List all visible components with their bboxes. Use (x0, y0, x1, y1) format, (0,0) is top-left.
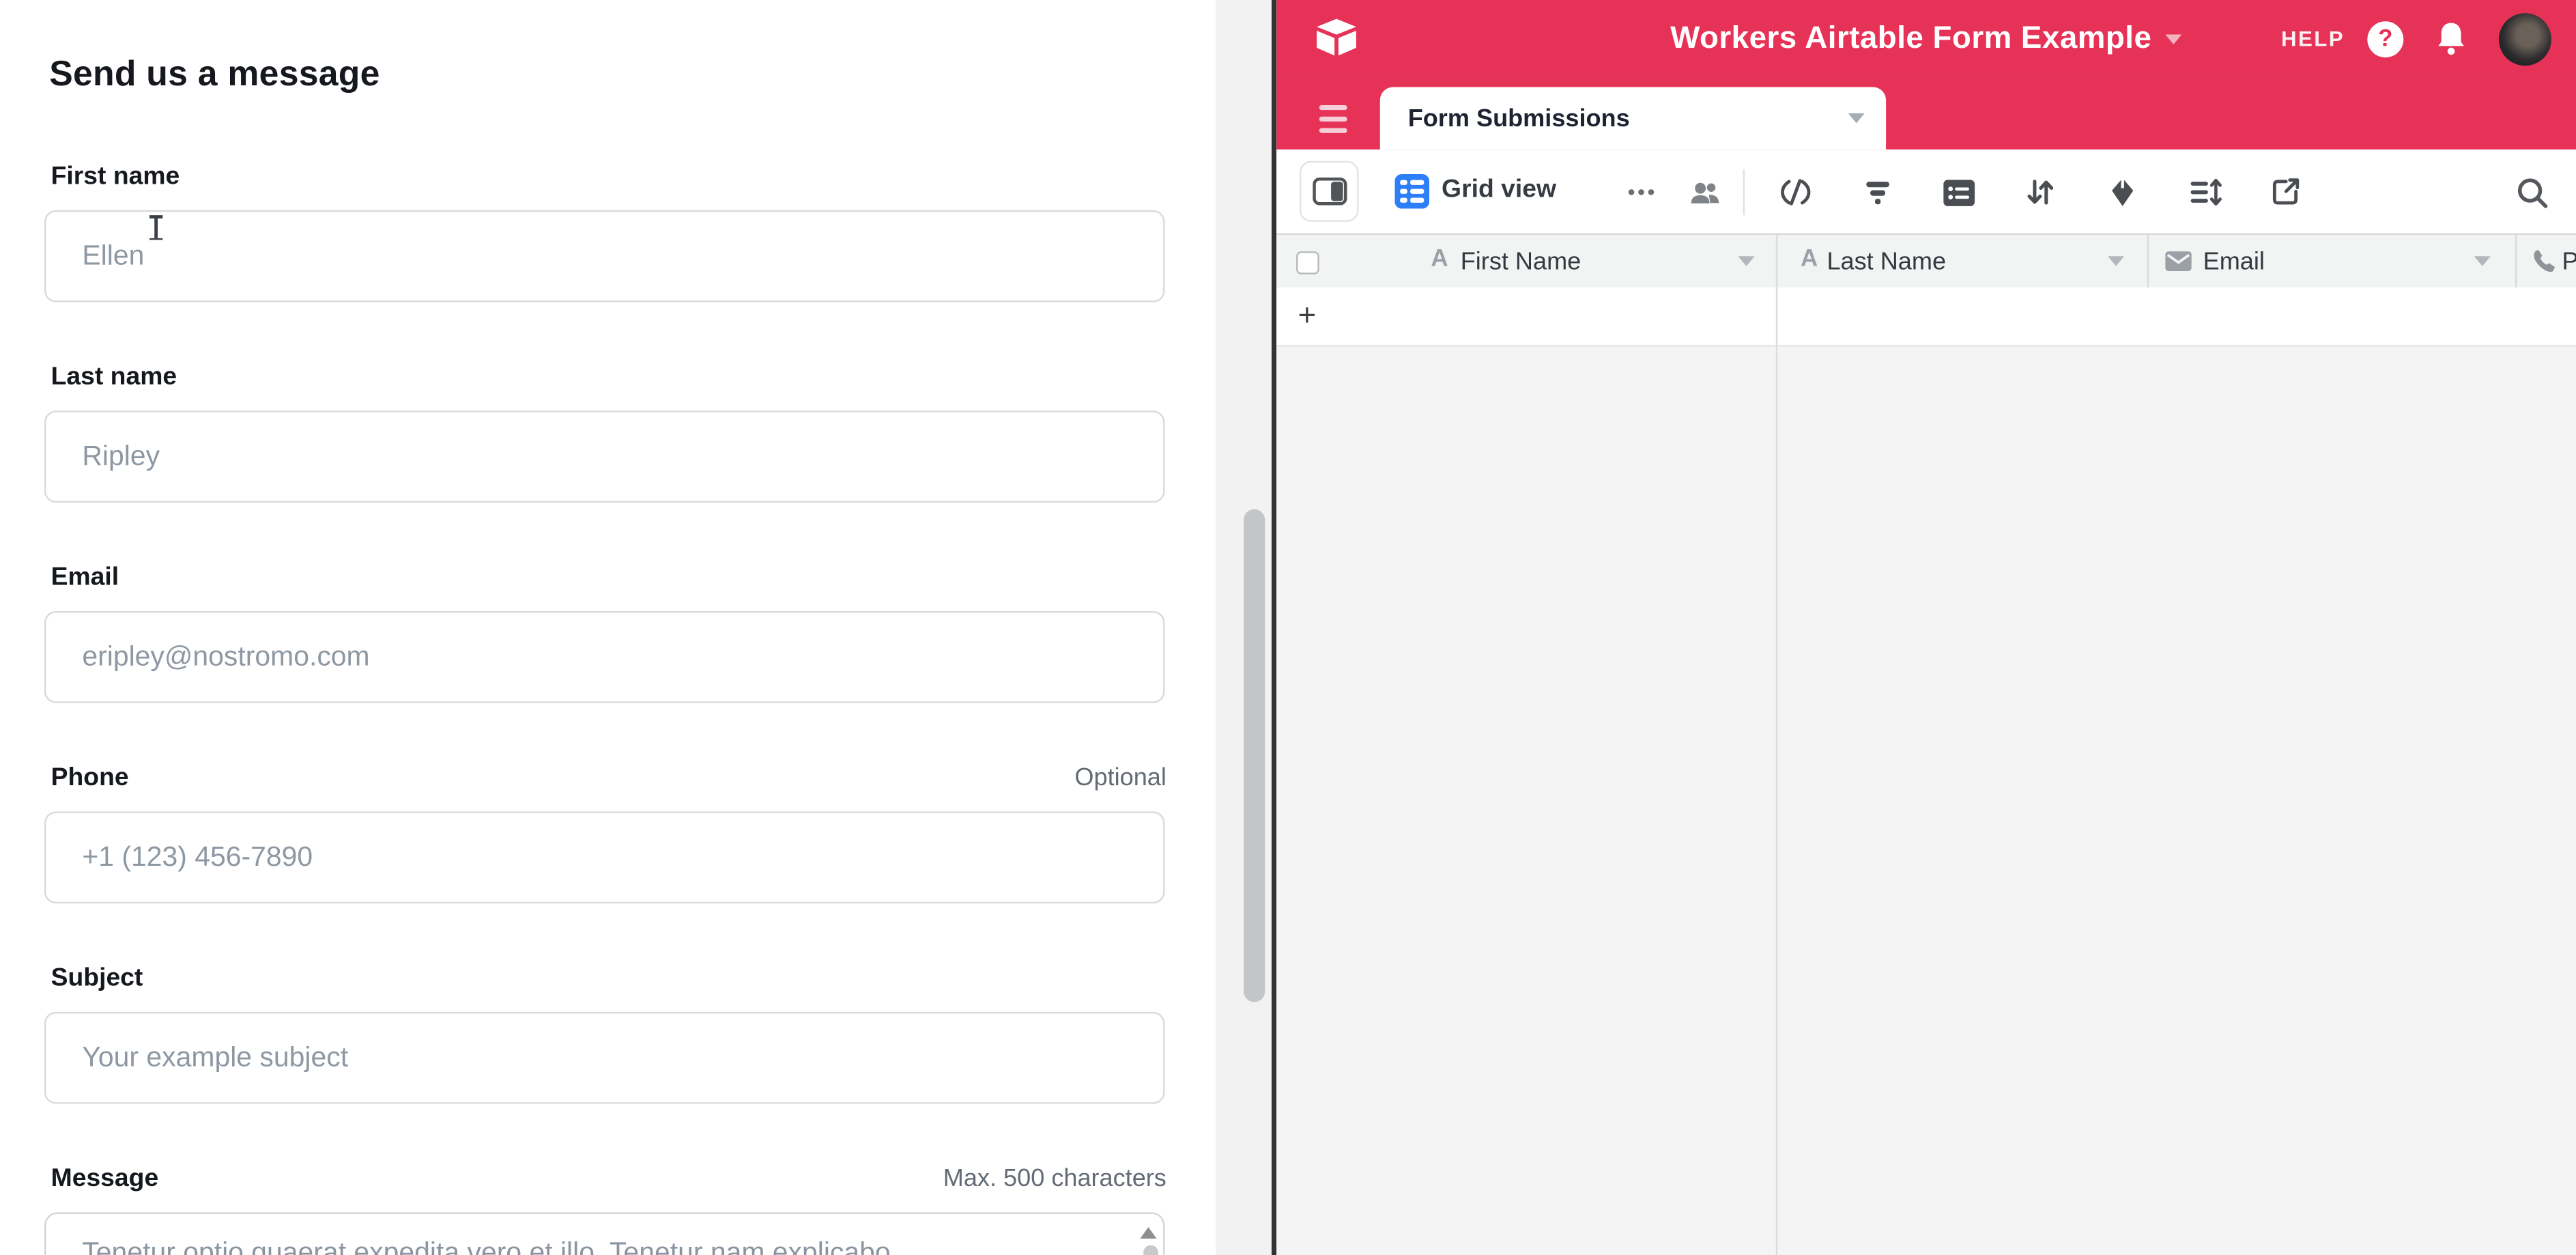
airtable-topbar: Workers Airtable Form Example HELP ? (1276, 0, 2576, 79)
group-button[interactable] (1935, 171, 1981, 214)
menu-hamburger-icon[interactable] (1319, 105, 1347, 133)
row-height-button[interactable] (2181, 171, 2227, 214)
open-external-icon (2269, 175, 2302, 208)
subject-label: Subject (51, 964, 143, 993)
text-cursor-icon (149, 215, 162, 240)
collapse-sidebar-button[interactable] (1300, 161, 1359, 222)
column-header-email[interactable]: Email (2203, 248, 2265, 276)
column-menu-caret-icon[interactable] (1738, 256, 1754, 266)
column-divider[interactable] (2147, 235, 2148, 289)
grid-header-row: A First Name A Last Name Email P (1276, 234, 2576, 290)
more-dots-icon (1625, 175, 1657, 208)
phone-field[interactable] (44, 811, 1164, 903)
column-divider[interactable] (2515, 235, 2516, 289)
filter-button[interactable] (1855, 171, 1900, 214)
hide-fields-icon (1779, 175, 1812, 208)
email-field[interactable] (44, 611, 1164, 703)
subject-input[interactable] (46, 1013, 1163, 1102)
contact-form-page: Send us a message First name Last name E… (0, 0, 1216, 1255)
select-all-checkbox[interactable] (1296, 251, 1319, 274)
message-text: Tenetur optio quaerat expedita vero et i… (82, 1237, 890, 1255)
phone-input[interactable] (46, 813, 1163, 902)
first-name-label: First name (51, 163, 180, 192)
help-circle-button[interactable]: ? (2367, 21, 2403, 57)
add-record-button[interactable]: + (1298, 299, 1316, 335)
help-button[interactable]: HELP (2281, 26, 2345, 51)
group-icon (1941, 177, 1976, 208)
toolbar-divider (1743, 169, 1744, 215)
airtable-logo-icon[interactable] (1313, 18, 1358, 57)
view-name-label: Grid view (1442, 175, 1556, 205)
column-menu-caret-icon[interactable] (2474, 256, 2491, 266)
sort-button[interactable] (2018, 171, 2063, 214)
hide-fields-button[interactable] (1773, 171, 1818, 214)
window-divider (1271, 0, 1276, 1255)
base-title-caret-icon[interactable] (2165, 35, 2181, 44)
phone-field-type-icon (2530, 248, 2558, 276)
screenshot-stage: Send us a message First name Last name E… (0, 0, 2576, 1255)
last-name-input[interactable] (46, 412, 1163, 501)
column-header-last-name[interactable]: Last Name (1827, 248, 1946, 276)
side-panel-icon (1312, 178, 1347, 206)
form-page-scrollbar-thumb[interactable] (1244, 509, 1265, 1002)
text-field-type-icon: A (1431, 246, 1448, 272)
column-header-first-name[interactable]: First Name (1461, 248, 1582, 276)
last-name-field[interactable] (44, 410, 1164, 503)
row-height-icon (2188, 175, 2222, 208)
textarea-scroll-up-icon[interactable] (1140, 1227, 1156, 1239)
search-icon (2515, 175, 2549, 210)
message-maxchars-hint: Max. 500 characters (44, 1165, 1167, 1193)
email-input[interactable] (46, 612, 1163, 701)
page-title: Send us a message (49, 54, 380, 95)
text-field-type-icon: A (1801, 246, 1818, 272)
textarea-scrollbar-thumb[interactable] (1143, 1245, 1158, 1255)
sort-icon (2024, 175, 2057, 208)
email-label: Email (51, 563, 119, 593)
grid-view-icon (1394, 173, 1429, 208)
view-more-button[interactable] (1618, 171, 1664, 214)
airtable-tabbar: Form Submissions SHARE (1276, 79, 2576, 149)
subject-field[interactable] (44, 1012, 1164, 1104)
base-title[interactable]: Workers Airtable Form Example (1670, 21, 2151, 57)
view-switcher[interactable]: Grid view (1394, 169, 1556, 212)
phone-optional-hint: Optional (44, 764, 1167, 792)
notifications-bell-icon[interactable] (2432, 20, 2468, 59)
message-textarea[interactable]: Tenetur optio quaerat expedita vero et i… (44, 1212, 1164, 1255)
view-toolbar: Grid view (1276, 150, 2576, 234)
tab-caret-icon[interactable] (1848, 113, 1865, 123)
column-divider (1776, 235, 1777, 1255)
table-tab-label: Form Submissions (1408, 105, 1630, 133)
collaborators-button[interactable] (1683, 171, 1728, 214)
first-name-field[interactable] (44, 210, 1164, 302)
filter-icon (1861, 175, 1894, 208)
column-menu-caret-icon[interactable] (2108, 256, 2124, 266)
email-field-type-icon (2165, 251, 2192, 271)
tab-form-submissions[interactable]: Form Submissions (1380, 87, 1886, 150)
airtable-window: Workers Airtable Form Example HELP ? For… (1276, 0, 2576, 1255)
collaborators-icon (1689, 178, 1721, 207)
column-header-phone[interactable]: P (2562, 248, 2576, 276)
color-icon (2106, 175, 2139, 208)
first-name-input[interactable] (46, 212, 1163, 300)
add-record-row[interactable]: + (1276, 287, 2576, 346)
share-view-button[interactable] (2262, 171, 2308, 214)
color-button[interactable] (2100, 171, 2145, 214)
last-name-label: Last name (51, 363, 177, 393)
user-avatar[interactable] (2499, 12, 2551, 65)
search-button[interactable] (2508, 171, 2554, 214)
